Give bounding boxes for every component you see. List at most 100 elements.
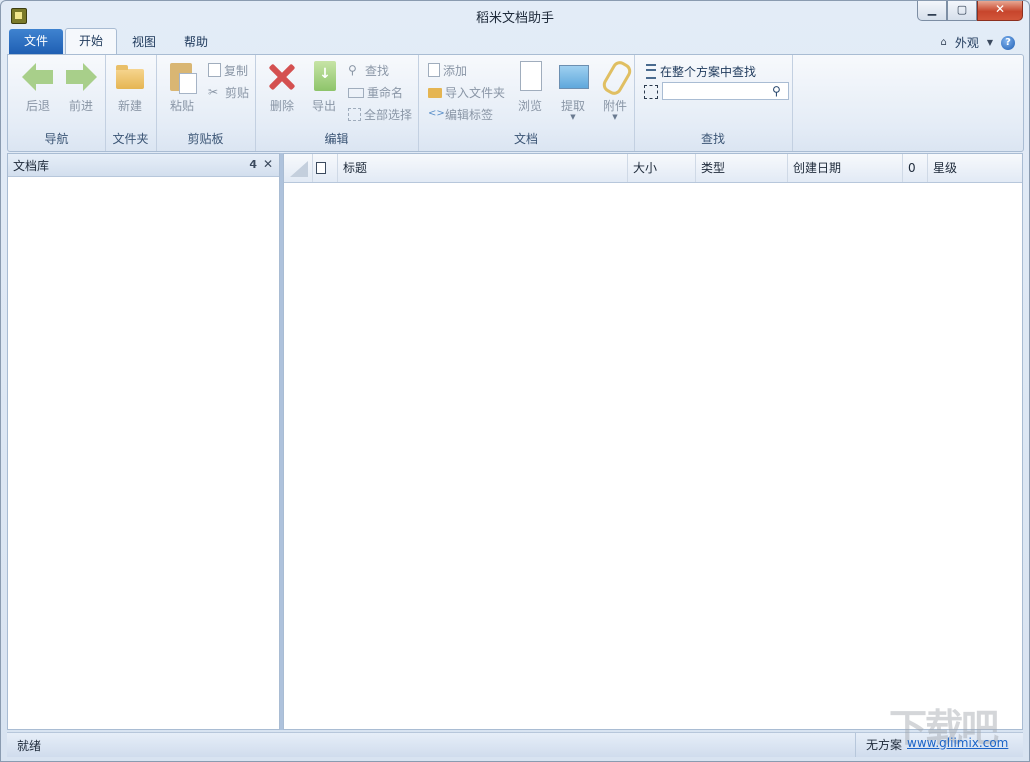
ribbon-tabs: 文件 开始 视图 帮助 xyxy=(9,28,221,54)
tab-view[interactable]: 视图 xyxy=(119,30,169,54)
add-document-button[interactable]: 添加 xyxy=(428,61,467,79)
new-folder-label: 新建 xyxy=(117,99,142,113)
search-select-icon[interactable] xyxy=(644,85,658,99)
search-icon[interactable]: ⚲ xyxy=(772,84,786,98)
group-folder: 新建 文件夹 xyxy=(105,55,157,151)
forward-label: 前进 xyxy=(68,99,93,113)
help-icon[interactable]: ? xyxy=(1001,35,1015,50)
scissors-icon: ✂ xyxy=(208,85,219,99)
maximize-icon: ▢ xyxy=(956,3,968,16)
delete-label: 删除 xyxy=(269,99,294,113)
browse-icon xyxy=(514,61,546,93)
export-label: 导出 xyxy=(311,99,336,113)
attach-label: 附件 xyxy=(602,99,627,113)
search-scope-label: 在整个方案中查找 xyxy=(660,65,757,79)
group-clipboard: 粘贴 复制 ✂ 剪贴 剪贴板 xyxy=(156,55,256,151)
column-rating[interactable]: 星级 xyxy=(928,154,1022,182)
minimize-icon: ▁ xyxy=(927,3,937,16)
window-title: 稻米文档助手 xyxy=(475,11,554,26)
document-list: 标题 大小 类型 创建日期 0 星级 xyxy=(283,153,1023,730)
close-icon: ✕ xyxy=(994,2,1006,16)
column-header-row: 标题 大小 类型 创建日期 0 星级 xyxy=(284,154,1022,183)
cut-button[interactable]: ✂ 剪贴 xyxy=(208,83,249,101)
list-icon xyxy=(646,64,656,79)
forward-button[interactable]: 前进 xyxy=(61,61,101,114)
group-label-folder: 文件夹 xyxy=(112,132,149,146)
copy-icon xyxy=(208,63,221,77)
new-folder-button[interactable]: 新建 xyxy=(110,61,150,114)
export-button[interactable]: 导出 xyxy=(304,61,344,114)
group-label-edit: 编辑 xyxy=(324,132,349,146)
browse-label: 浏览 xyxy=(517,99,542,113)
attach-dropdown-icon: ▼ xyxy=(612,113,618,121)
rename-button[interactable]: 重命名 xyxy=(348,83,403,101)
pin-icon[interactable]: 𝟰 xyxy=(249,158,257,171)
tab-help[interactable]: 帮助 xyxy=(171,30,221,54)
import-folder-button[interactable]: 导入文件夹 xyxy=(428,83,505,101)
ribbon: 后退 前进 导航 新建 文件夹 粘贴 复制 ✂ 剪贴 剪贴板 删除 ↓ 导出 ⚲… xyxy=(7,54,1024,152)
group-navigation: 后退 前进 导航 xyxy=(8,55,106,151)
tab-file[interactable]: 文件 xyxy=(9,29,63,54)
column-type[interactable]: 类型 xyxy=(696,154,788,182)
back-button[interactable]: 后退 xyxy=(18,61,58,114)
search-input[interactable] xyxy=(662,82,789,100)
group-edit: 删除 导出 ⚲ 查找 重命名 全部选择 编辑 xyxy=(255,55,419,151)
attach-button[interactable]: 附件 ▼ xyxy=(595,58,635,121)
status-bar: 就绪 无方案 xyxy=(7,732,1023,757)
rename-icon xyxy=(348,88,364,98)
import-folder-icon xyxy=(428,88,442,98)
search-scope-option[interactable]: 在整个方案中查找 xyxy=(646,63,756,80)
extract-icon xyxy=(557,61,589,93)
copy-label: 复制 xyxy=(224,63,249,78)
extract-label: 提取 xyxy=(560,99,585,113)
add-document-icon xyxy=(428,63,440,77)
window-controls: ▁ ▢ ✕ xyxy=(917,1,1023,21)
forward-arrow-icon xyxy=(65,61,97,93)
column-created-date[interactable]: 创建日期 xyxy=(788,154,903,182)
appearance-menu[interactable]: 外观 xyxy=(955,34,979,51)
copy-button[interactable]: 复制 xyxy=(208,61,248,79)
title-bar: 稻米文档助手 ▁ ▢ ✕ xyxy=(1,1,1029,29)
paperclip-icon xyxy=(599,58,635,98)
document-library-panel: 文档库 𝟰 ✕ xyxy=(7,153,280,730)
find-button[interactable]: ⚲ 查找 xyxy=(348,61,389,79)
select-all-icon xyxy=(348,107,361,121)
ribbon-right-controls: ⌂ 外观 ▼ ? xyxy=(940,34,1015,51)
close-icon[interactable]: ✕ xyxy=(263,157,273,171)
column-attachment-count[interactable]: 0 xyxy=(903,154,928,182)
group-search: 在整个方案中查找 ⚲ 查找 xyxy=(634,55,793,151)
select-all-button[interactable]: 全部选择 xyxy=(348,105,412,123)
chevron-down-icon[interactable]: ▼ xyxy=(987,38,993,47)
back-arrow-icon xyxy=(22,61,54,93)
clipboard-icon xyxy=(166,61,198,94)
tab-home[interactable]: 开始 xyxy=(65,28,118,54)
extract-dropdown-icon: ▼ xyxy=(570,113,576,121)
maximize-button[interactable]: ▢ xyxy=(947,1,977,21)
add-document-label: 添加 xyxy=(443,63,468,78)
select-all-corner[interactable] xyxy=(284,154,313,182)
column-title[interactable]: 标题 xyxy=(338,154,628,182)
column-size[interactable]: 大小 xyxy=(628,154,696,182)
back-label: 后退 xyxy=(25,99,50,113)
collapse-ribbon-icon[interactable]: ⌂ xyxy=(940,37,946,48)
close-button[interactable]: ✕ xyxy=(977,1,1023,21)
edit-tags-button[interactable]: <> 编辑标签 xyxy=(428,105,493,123)
rename-label: 重命名 xyxy=(367,85,404,100)
browse-button[interactable]: 浏览 xyxy=(510,61,550,114)
group-document: 添加 导入文件夹 <> 编辑标签 浏览 提取 ▼ 附件 ▼ 文档 xyxy=(418,55,635,151)
export-icon xyxy=(308,61,340,93)
column-doc-type[interactable] xyxy=(313,154,338,182)
extract-button[interactable]: 提取 ▼ xyxy=(553,61,593,121)
import-folder-label: 导入文件夹 xyxy=(445,85,506,100)
paste-button[interactable]: 粘贴 xyxy=(162,61,202,114)
edit-tags-label: 编辑标签 xyxy=(445,107,494,122)
magnifier-icon: ⚲ xyxy=(348,63,357,77)
panel-header: 文档库 𝟰 ✕ xyxy=(8,154,279,177)
minimize-button[interactable]: ▁ xyxy=(917,1,947,21)
group-label-clipboard: 剪贴板 xyxy=(187,132,224,146)
find-label: 查找 xyxy=(365,63,390,78)
delete-button[interactable]: 删除 xyxy=(262,61,302,114)
cut-label: 剪贴 xyxy=(225,85,250,100)
website-link[interactable]: www.gliimix.com xyxy=(907,736,1008,750)
corner-triangle-icon xyxy=(290,161,308,177)
